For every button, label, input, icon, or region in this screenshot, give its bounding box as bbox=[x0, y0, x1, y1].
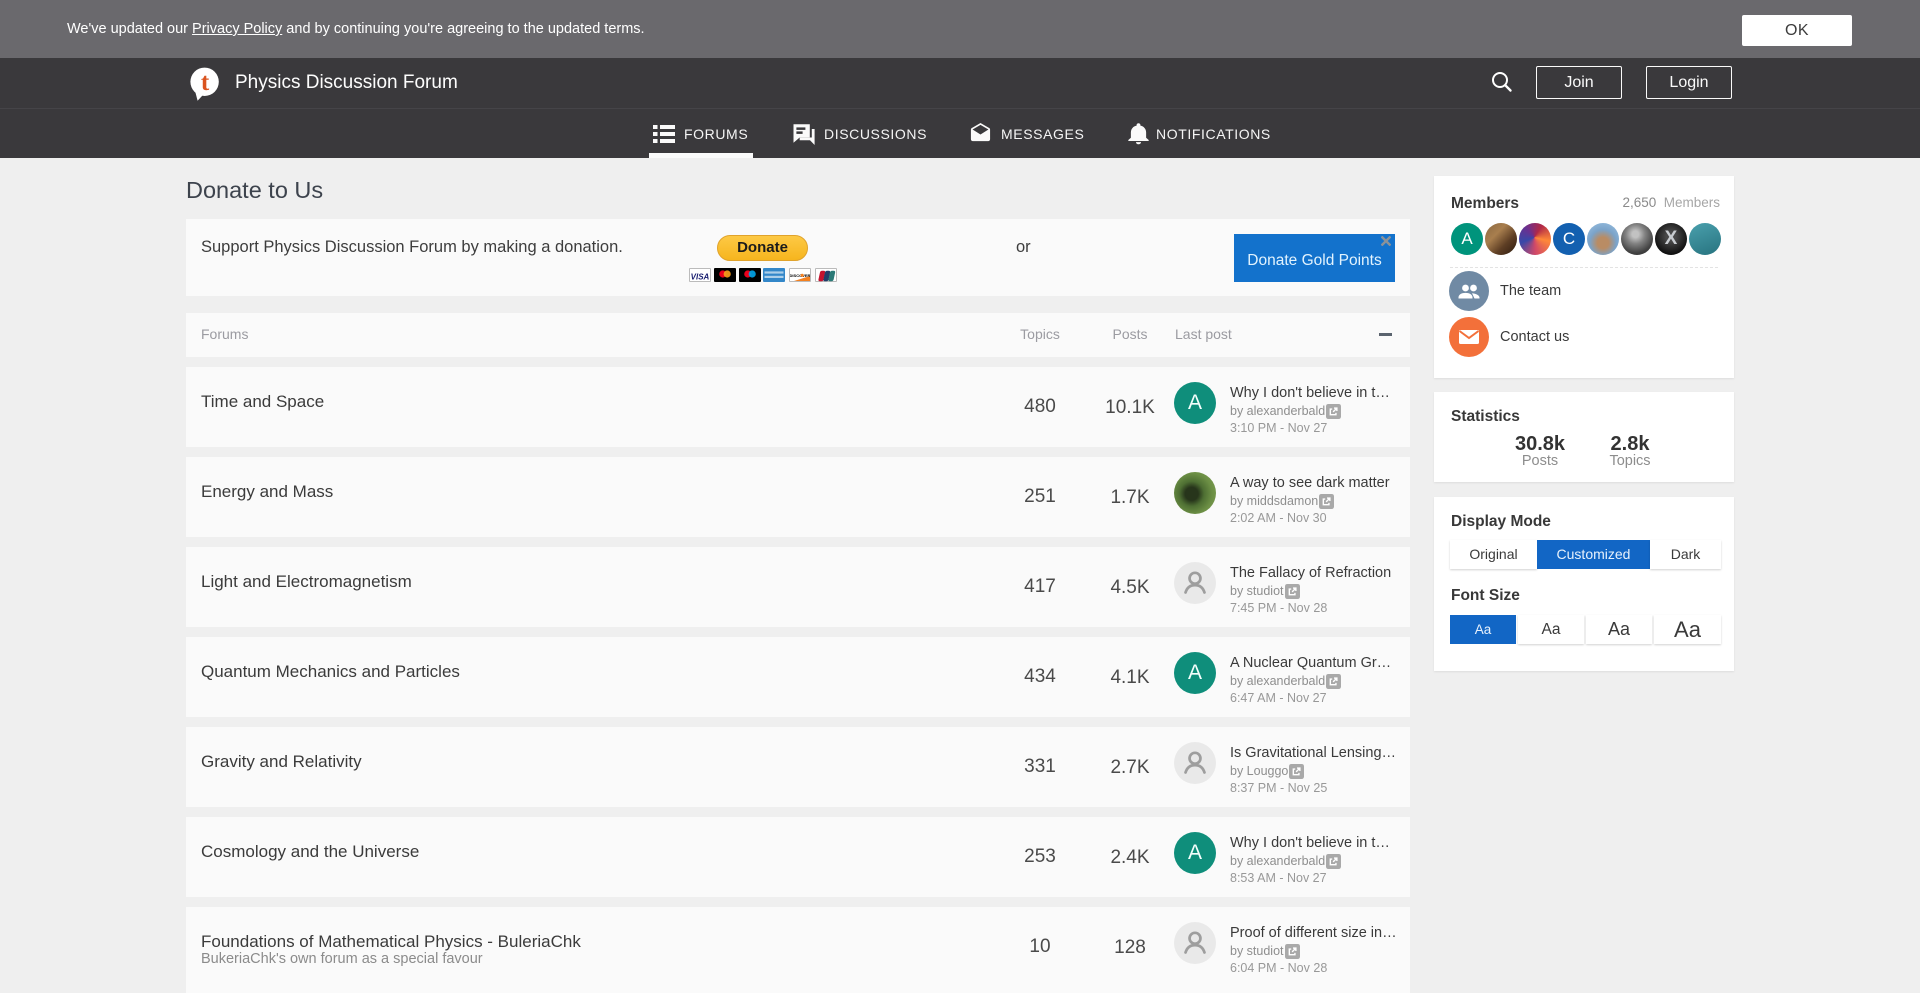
svg-text:DISCOVER: DISCOVER bbox=[790, 273, 810, 278]
svg-text:VISA: VISA bbox=[691, 273, 710, 282]
svg-text:t: t bbox=[201, 69, 210, 96]
